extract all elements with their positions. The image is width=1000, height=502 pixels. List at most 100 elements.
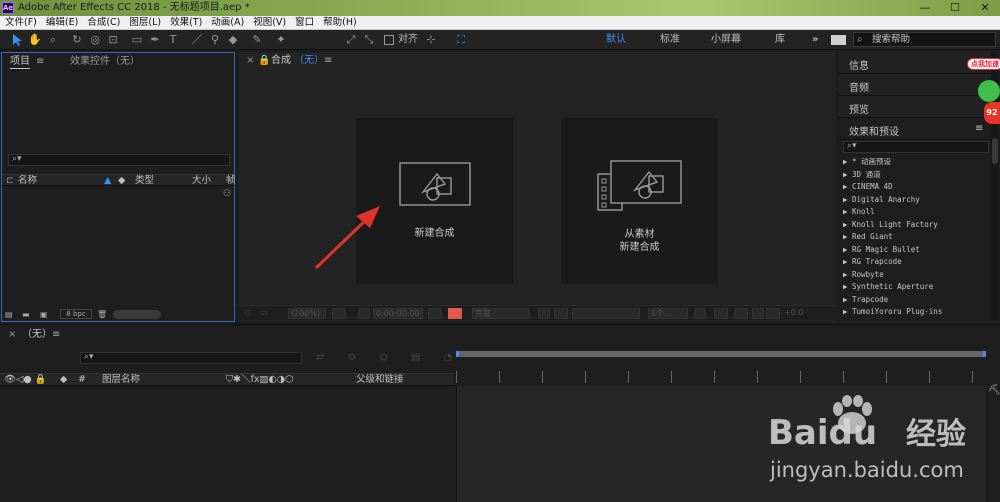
selection-tool-icon[interactable] [10,33,24,47]
time-ruler[interactable] [456,371,986,383]
speed-up-badge[interactable]: 点我加速 [967,58,1000,70]
menu-composition[interactable]: 合成(C) [82,16,124,29]
pen-tool-icon[interactable]: ✒ [148,33,162,47]
snapshot-icon[interactable] [358,308,370,319]
menu-file[interactable]: 文件(F) [0,16,41,29]
tab-timeline[interactable]: （无） [22,329,52,341]
puppet-tool-icon[interactable]: ✦ [274,33,288,47]
workspace-library[interactable]: 库 [775,33,785,47]
effects-menu-icon[interactable]: ≡ [975,123,983,134]
speed-value-badge[interactable]: 92 [984,102,1000,124]
menu-effect[interactable]: 效果(T) [165,16,206,29]
preview-panel-header[interactable]: 预览 [839,96,991,118]
world-axis-icon[interactable]: ⤡ [362,33,376,47]
fx-item[interactable]: ▶ Knoll [843,206,875,218]
workspace-default[interactable]: 默认 [606,33,626,47]
new-folder-icon[interactable]: ▬ [22,309,30,320]
clone-stamp-tool-icon[interactable]: ⚲ [208,33,222,47]
composition-viewer[interactable]: 新建合成 从素材 新建合成 [238,66,836,306]
local-axis-icon[interactable]: ⤢ [344,33,358,47]
fx-item[interactable]: ▶ Digital Anarchy [843,194,920,206]
safe-margins-icon[interactable] [332,308,346,319]
camera-view-dropdown[interactable] [572,308,640,319]
layer-switches-icons[interactable]: ⛉✱＼fx▨◐◑⬡ [226,374,293,386]
transparency-grid-icon[interactable] [554,308,568,319]
thumbnail-scroll-slider[interactable] [113,310,161,319]
bit-depth-button[interactable]: 8 bpc [60,309,92,319]
color-channel-icon[interactable] [448,308,462,319]
col-layer-name[interactable]: 图层名称 [102,374,140,386]
menu-view[interactable]: 视图(V) [248,16,290,29]
hand-tool-icon[interactable]: ✋ [28,33,42,47]
eraser-tool-icon[interactable]: ◆ [226,33,240,47]
region-of-interest-icon[interactable] [538,308,550,319]
fx-item[interactable]: ▶ Synthetic Aperture [843,281,933,293]
close-button[interactable]: ✕ [970,0,1000,15]
work-area-bar[interactable] [456,351,986,357]
snap-checkbox[interactable] [384,35,394,45]
menu-animation[interactable]: 动画(A) [206,16,248,29]
col-frame[interactable]: 帧 [226,175,236,186]
always-preview-icon[interactable]: ◎ [242,308,256,319]
col-size[interactable]: 大小 [192,175,211,186]
exposure-reset-icon[interactable] [766,308,780,319]
col-name[interactable]: 名称 [18,175,37,186]
rectangle-tool-icon[interactable]: ▭ [130,33,144,47]
menu-edit[interactable]: 编辑(E) [41,16,82,29]
toggle-pixel-icon[interactable] [694,308,706,319]
layer-number-icon[interactable]: # [78,374,86,386]
workspace-more-button[interactable]: » [812,33,818,47]
effects-search-input[interactable]: ⌕▾ [843,141,989,153]
zoom-tool-icon[interactable]: ⌕ [46,33,60,47]
new-composition-icon[interactable]: ▣ [40,309,48,320]
tab-effect-controls[interactable]: 效果控件（无） [70,56,140,68]
timeline-search-input[interactable]: ⌕▾ [80,352,302,364]
camera-snapshot-icon[interactable] [428,308,442,319]
flowchart-icon[interactable]: ⚇ [223,189,231,199]
views-layout-dropdown[interactable]: 1个... [648,308,688,319]
timeline-menu-icon[interactable]: ≡ [52,329,60,340]
workspace-layout-icon[interactable] [831,35,846,45]
av-features-icons[interactable]: 👁◁● 🔒 [4,374,47,386]
delete-trash-icon[interactable]: 🗑 [97,309,107,320]
flowchart-view-icon[interactable] [752,308,764,319]
rotate-tool-icon[interactable]: ↻ [70,33,84,47]
mascot-icon[interactable] [978,80,1000,102]
timeline-icon[interactable] [734,308,748,319]
label-column-icon[interactable]: ⊏ [6,175,14,186]
pan-behind-tool-icon[interactable]: ⊡ [106,33,120,47]
fx-item[interactable]: ▶ RG Magic Bullet [843,244,920,256]
vr-icon[interactable]: ▭ [258,308,272,319]
snap-target-icon[interactable]: ⛶ [454,33,468,47]
fx-item[interactable]: ▶ 3D 通道 [843,169,881,181]
fx-item[interactable]: ▶ Trapcode [843,294,888,306]
menu-layer[interactable]: 图层(L) [124,16,165,29]
interpret-footage-icon[interactable]: ▤ [5,309,13,320]
type-tool-icon[interactable]: T [166,33,180,47]
minimize-button[interactable]: — [910,0,940,15]
workspace-standard[interactable]: 标准 [660,33,680,47]
exposure-value[interactable]: +0.0 [782,308,812,319]
fx-item[interactable]: ▶ RG Trapcode [843,256,902,268]
search-help-input[interactable]: ⌕ 搜索帮助 [853,32,996,47]
menu-window[interactable]: 窗口 [290,16,318,29]
effects-presets-header[interactable]: 效果和预设 ≡ [839,118,991,140]
brush-tool-icon[interactable]: ／ [190,33,204,47]
col-type[interactable]: 类型 [135,175,154,186]
fx-item[interactable]: ▶ CINEMA 4D [843,181,893,193]
roto-brush-tool-icon[interactable]: ✎ [250,33,264,47]
comp-menu-icon[interactable]: ≡ [324,55,332,66]
scrollbar-thumb[interactable] [992,138,998,164]
fast-preview-icon[interactable] [714,308,728,319]
project-menu-icon[interactable]: ≡ [36,56,44,67]
fx-item[interactable]: ▶ Rowbyte [843,269,884,281]
camera-tool-icon[interactable]: ◎ [88,33,102,47]
maximize-button[interactable]: ☐ [940,0,970,15]
snap-options-icon[interactable]: ⊹ [424,33,438,47]
timeline-close-button[interactable]: × [8,329,16,341]
fx-item[interactable]: ▶ Red Giant [843,231,893,243]
timecode-display[interactable]: 0:00:00:00 [373,308,423,319]
fx-item[interactable]: ▶ Knoll Light Factory [843,219,938,231]
new-comp-from-footage-card[interactable]: 从素材 新建合成 [561,118,718,284]
workspace-small-screen[interactable]: 小屏幕 [711,33,741,47]
